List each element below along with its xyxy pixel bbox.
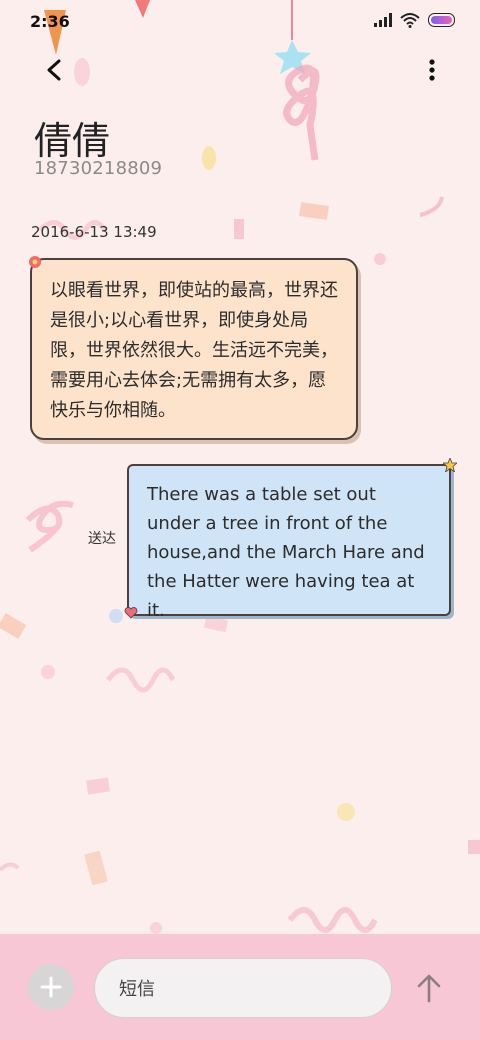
contact-number: 18730218809 — [34, 158, 163, 179]
plus-icon — [40, 976, 62, 998]
arrow-up-icon — [417, 974, 441, 1003]
outgoing-message-bubble[interactable]: There was a table set out under a tree i… — [127, 464, 451, 621]
message-input-placeholder: 短信 — [119, 979, 155, 1000]
status-icons — [374, 12, 456, 28]
heart-icon — [124, 607, 138, 619]
contact-name: 倩倩 — [34, 119, 111, 163]
message-timestamp: 2016-6-13 13:49 — [31, 223, 157, 241]
chevron-left-icon — [47, 59, 61, 81]
incoming-message-bubble[interactable]: 以眼看世界，即使站的最高，世界还是很小;以心看世界，即使身处局限，世界依然很大。… — [30, 258, 358, 440]
wifi-icon — [400, 13, 420, 28]
more-options-button[interactable] — [420, 52, 444, 88]
star-icon — [443, 458, 457, 472]
status-bar: 2:36 — [0, 0, 480, 40]
send-button[interactable] — [412, 968, 446, 1008]
signal-icon — [374, 13, 392, 27]
flower-icon — [29, 256, 41, 268]
outgoing-message-text: There was a table set out under a tree i… — [147, 484, 425, 621]
more-vertical-icon — [429, 59, 435, 81]
status-time: 2:36 — [30, 12, 70, 31]
battery-icon — [428, 13, 455, 27]
message-input[interactable]: 短信 — [94, 958, 392, 1018]
back-button[interactable] — [36, 52, 72, 88]
incoming-message-text: 以眼看世界，即使站的最高，世界还是很小;以心看世界，即使身处局限，世界依然很大。… — [50, 280, 338, 421]
add-attachment-button[interactable] — [28, 964, 74, 1010]
delivery-status: 送达 — [88, 531, 116, 547]
